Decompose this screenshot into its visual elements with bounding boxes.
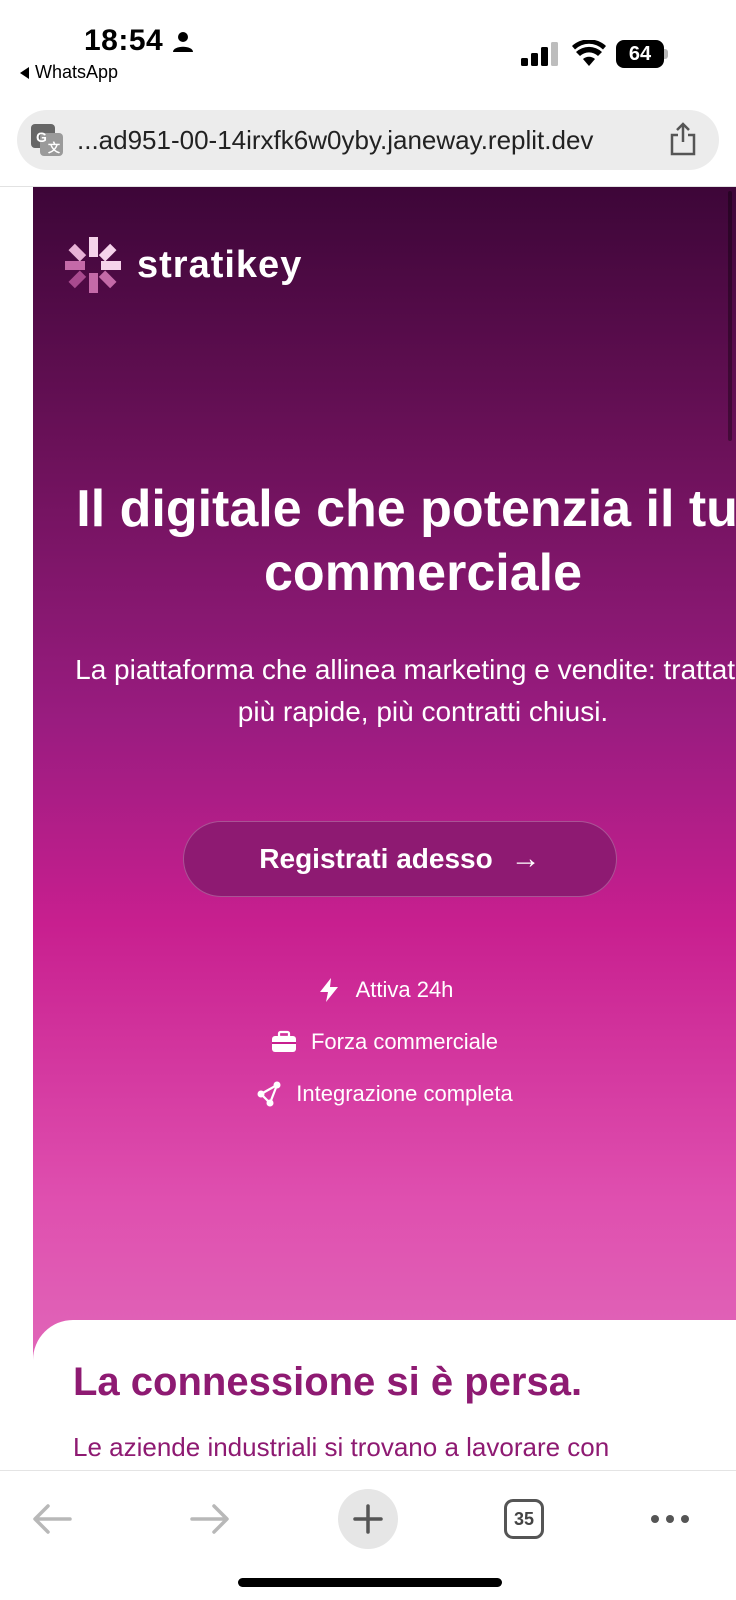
url-text[interactable]: ...ad951-00-14irxfk6w0yby.janeway.replit… (77, 110, 593, 170)
feature-label: Forza commerciale (310, 1029, 499, 1054)
new-tab-button[interactable] (338, 1489, 398, 1549)
hero-subheadline: La piattaforma che allinea marketing e v… (75, 654, 736, 727)
hero-section: stratikey Il digitale che potenzia il tu… (33, 187, 736, 1377)
back-triangle-icon (20, 66, 29, 79)
feature-label: Integrazione completa (296, 1081, 513, 1106)
bolt-icon (319, 978, 338, 1002)
cellular-signal-icon (521, 42, 558, 66)
person-icon (173, 32, 193, 52)
share-icon[interactable] (669, 122, 697, 156)
arrow-right-icon (190, 1504, 229, 1534)
register-button-label: Registrati adesso (259, 843, 493, 874)
home-indicator[interactable] (238, 1578, 502, 1587)
content-section: La connessione si è persa. Le aziende in… (33, 1320, 736, 1470)
back-button[interactable] (22, 1489, 82, 1549)
svg-text:文: 文 (48, 140, 61, 155)
more-dots-icon (651, 1515, 689, 1523)
status-time: 18:54 (84, 24, 164, 57)
feature-item: Attiva 24h (33, 977, 736, 1003)
feature-item: Forza commerciale (33, 1029, 736, 1055)
register-now-button[interactable]: Registrati adesso → (183, 821, 617, 897)
stratikey-logo-icon (65, 237, 121, 293)
feature-label: Attiva 24h (355, 977, 454, 1002)
web-page[interactable]: stratikey Il digitale che potenzia il tu… (0, 187, 736, 1470)
scrollbar[interactable] (728, 191, 732, 441)
tabs-button[interactable]: 35 (494, 1489, 554, 1549)
status-bar: 18:54 WhatsApp 64 (0, 0, 736, 100)
section-title: La connessione si è persa. (73, 1360, 583, 1404)
network-icon (257, 1081, 281, 1107)
briefcase-icon (271, 1030, 296, 1052)
arrow-left-icon (33, 1504, 72, 1534)
forward-button[interactable] (180, 1489, 240, 1549)
arrow-right-icon: → (510, 842, 541, 875)
feature-item: Integrazione completa (33, 1081, 736, 1107)
translate-icon[interactable]: G 文 (31, 124, 63, 156)
tabs-count: 35 (504, 1499, 544, 1539)
battery-icon: 64 (616, 40, 668, 68)
plus-icon (353, 1504, 383, 1534)
back-to-app-link[interactable]: WhatsApp (20, 62, 118, 83)
more-menu-button[interactable] (640, 1489, 700, 1549)
hero-headline: Il digitale che potenzia il tuo commerci… (76, 480, 736, 602)
section-body: Le aziende industriali si trovano a lavo… (73, 1432, 610, 1462)
wifi-icon (572, 40, 606, 66)
back-app-label: WhatsApp (35, 62, 119, 82)
svg-text:G: G (36, 129, 47, 145)
logo-text: stratikey (137, 243, 303, 286)
battery-level: 64 (628, 43, 652, 65)
address-bar[interactable]: G 文 ...ad951-00-14irxfk6w0yby.janeway.re… (17, 110, 719, 170)
brand-logo[interactable]: stratikey (65, 237, 302, 293)
